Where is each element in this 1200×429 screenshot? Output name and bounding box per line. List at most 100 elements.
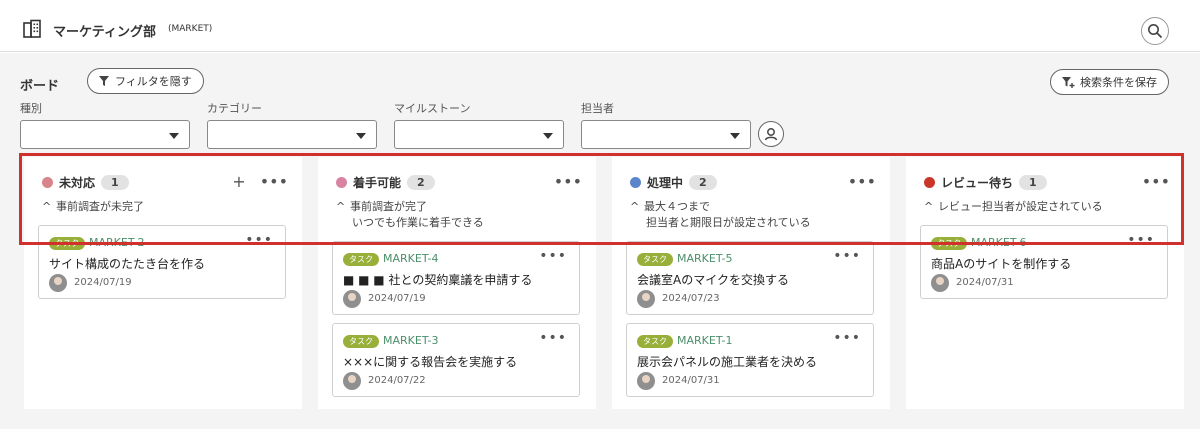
add-icon[interactable]: + xyxy=(232,172,245,191)
avatar xyxy=(637,372,655,390)
column-count-badge: 2 xyxy=(689,175,717,190)
issue-key-link[interactable]: MARKET-4 xyxy=(383,252,439,265)
column-condition[interactable]: ^ 事前調査が完了 いつでも作業に着手できる xyxy=(336,199,484,231)
search-icon xyxy=(1148,24,1163,39)
status-color-dot xyxy=(336,177,347,188)
task-type-tag: タスク xyxy=(931,237,967,250)
card-more-icon[interactable]: ••• xyxy=(539,248,567,264)
board-column-ready: 着手可能 2 ••• ^ 事前調査が完了 いつでも作業に着手できる タスク MAR… xyxy=(318,157,596,409)
task-card[interactable]: タスク MARKET-1 ••• 展示会パネルの施工業者を決める 2024/07… xyxy=(626,323,874,397)
save-search-label: 検索条件を保存 xyxy=(1080,76,1157,89)
issue-key-link[interactable]: MARKET-1 xyxy=(677,334,733,347)
board-column-todo: 未対応 1 + ••• ^ 事前調査が未完了 タスク MARKET-2 ••• サ… xyxy=(24,157,302,409)
status-color-dot xyxy=(630,177,641,188)
chevron-up-icon: ^ xyxy=(42,200,52,213)
issue-key-link[interactable]: MARKET-2 xyxy=(89,236,145,249)
condition-line: 最大４つまで xyxy=(644,200,710,213)
type-select[interactable] xyxy=(20,120,190,149)
avatar xyxy=(931,274,949,292)
chevron-down-icon xyxy=(169,133,179,139)
card-title: 展示会パネルの施工業者を決める xyxy=(637,355,818,369)
building-icon xyxy=(23,19,41,38)
card-title: ×××に関する報告会を実施する xyxy=(343,355,518,369)
card-title: サイト構成のたたき台を作る xyxy=(49,257,206,271)
column-condition[interactable]: ^ レビュー担当者が設定されている xyxy=(924,199,1103,215)
task-card[interactable]: タスク MARKET-3 ••• ×××に関する報告会を実施する 2024/07… xyxy=(332,323,580,397)
card-more-icon[interactable]: ••• xyxy=(833,330,861,346)
column-title: 未対応 xyxy=(59,176,96,190)
column-condition[interactable]: ^ 最大４つまで 担当者と期限日が設定されている xyxy=(630,199,811,231)
issue-key-link[interactable]: MARKET-3 xyxy=(383,334,439,347)
filter-icon xyxy=(99,76,109,86)
issue-key-link[interactable]: MARKET-6 xyxy=(971,236,1027,249)
issue-key-link[interactable]: MARKET-5 xyxy=(677,252,733,265)
more-icon[interactable]: ••• xyxy=(260,172,288,191)
task-card[interactable]: タスク MARKET-4 ••• ■ ■ ■ 社との契約稟議を申請する 2024… xyxy=(332,241,580,315)
user-icon xyxy=(764,128,778,141)
task-card[interactable]: タスク MARKET-5 ••• 会議室Aのマイクを交換する 2024/07/2… xyxy=(626,241,874,315)
status-color-dot xyxy=(924,177,935,188)
assignee-select[interactable] xyxy=(581,120,751,149)
task-type-tag: タスク xyxy=(637,253,673,266)
project-key: (MARKET) xyxy=(168,24,213,34)
due-date: 2024/07/19 xyxy=(74,277,132,288)
board-column-in-progress: 処理中 2 ••• ^ 最大４つまで 担当者と期限日が設定されている タスク MA… xyxy=(612,157,890,409)
filter-add-icon xyxy=(1062,77,1075,88)
column-actions: + ••• xyxy=(232,172,288,191)
column-actions: ••• xyxy=(848,172,876,191)
avatar xyxy=(49,274,67,292)
hide-filter-label: フィルタを隠す xyxy=(115,75,192,88)
column-count-badge: 2 xyxy=(407,175,435,190)
card-more-icon[interactable]: ••• xyxy=(1127,232,1155,248)
column-header: 着手可能 2 xyxy=(336,174,435,191)
column-actions: ••• xyxy=(554,172,582,191)
chevron-down-icon xyxy=(356,133,366,139)
card-more-icon[interactable]: ••• xyxy=(833,248,861,264)
card-more-icon[interactable]: ••• xyxy=(245,232,273,248)
column-condition[interactable]: ^ 事前調査が未完了 xyxy=(42,199,144,215)
avatar xyxy=(343,290,361,308)
task-type-tag: タスク xyxy=(343,335,379,348)
due-date: 2024/07/31 xyxy=(956,277,1014,288)
assign-myself-button[interactable] xyxy=(758,121,784,147)
search-button[interactable] xyxy=(1141,17,1169,45)
category-select[interactable] xyxy=(207,120,377,149)
more-icon[interactable]: ••• xyxy=(1142,172,1170,191)
board-title: ボード xyxy=(20,79,60,94)
due-date: 2024/07/22 xyxy=(368,375,426,386)
avatar xyxy=(637,290,655,308)
task-card[interactable]: タスク MARKET-6 ••• 商品Aのサイトを制作する 2024/07/31 xyxy=(920,225,1168,299)
column-count-badge: 1 xyxy=(101,175,129,190)
milestone-select[interactable] xyxy=(394,120,564,149)
condition-line: 事前調査が未完了 xyxy=(56,200,144,213)
filter-label-assignee: 担当者 xyxy=(581,102,614,115)
column-actions: ••• xyxy=(1142,172,1170,191)
chevron-up-icon: ^ xyxy=(336,200,346,213)
column-title: 着手可能 xyxy=(353,176,402,190)
task-card[interactable]: タスク MARKET-2 ••• サイト構成のたたき台を作る 2024/07/1… xyxy=(38,225,286,299)
chevron-up-icon: ^ xyxy=(924,200,934,213)
column-header: 未対応 1 xyxy=(42,174,129,191)
card-title: 商品Aのサイトを制作する xyxy=(931,257,1072,271)
top-bar: マーケティング部 (MARKET) xyxy=(0,0,1200,52)
condition-line: 事前調査が完了 xyxy=(350,200,427,213)
hide-filter-button[interactable]: フィルタを隠す xyxy=(87,68,204,94)
chevron-down-icon xyxy=(543,133,553,139)
card-more-icon[interactable]: ••• xyxy=(539,330,567,346)
chevron-up-icon: ^ xyxy=(630,200,640,213)
status-color-dot xyxy=(42,177,53,188)
more-icon[interactable]: ••• xyxy=(554,172,582,191)
chevron-down-icon xyxy=(730,133,740,139)
filter-label-type: 種別 xyxy=(20,102,42,115)
column-header: レビュー待ち 1 xyxy=(924,174,1047,191)
more-icon[interactable]: ••• xyxy=(848,172,876,191)
column-title: レビュー待ち xyxy=(941,176,1014,190)
card-title: ■ ■ ■ 社との契約稟議を申請する xyxy=(343,273,533,287)
condition-line: いつでも作業に着手できる xyxy=(352,216,484,229)
board-column-review: レビュー待ち 1 ••• ^ レビュー担当者が設定されている タスク MARKET… xyxy=(906,157,1184,409)
save-search-button[interactable]: 検索条件を保存 xyxy=(1050,69,1169,95)
condition-line: 担当者と期限日が設定されている xyxy=(646,216,811,229)
avatar xyxy=(343,372,361,390)
task-type-tag: タスク xyxy=(637,335,673,348)
column-count-badge: 1 xyxy=(1019,175,1047,190)
